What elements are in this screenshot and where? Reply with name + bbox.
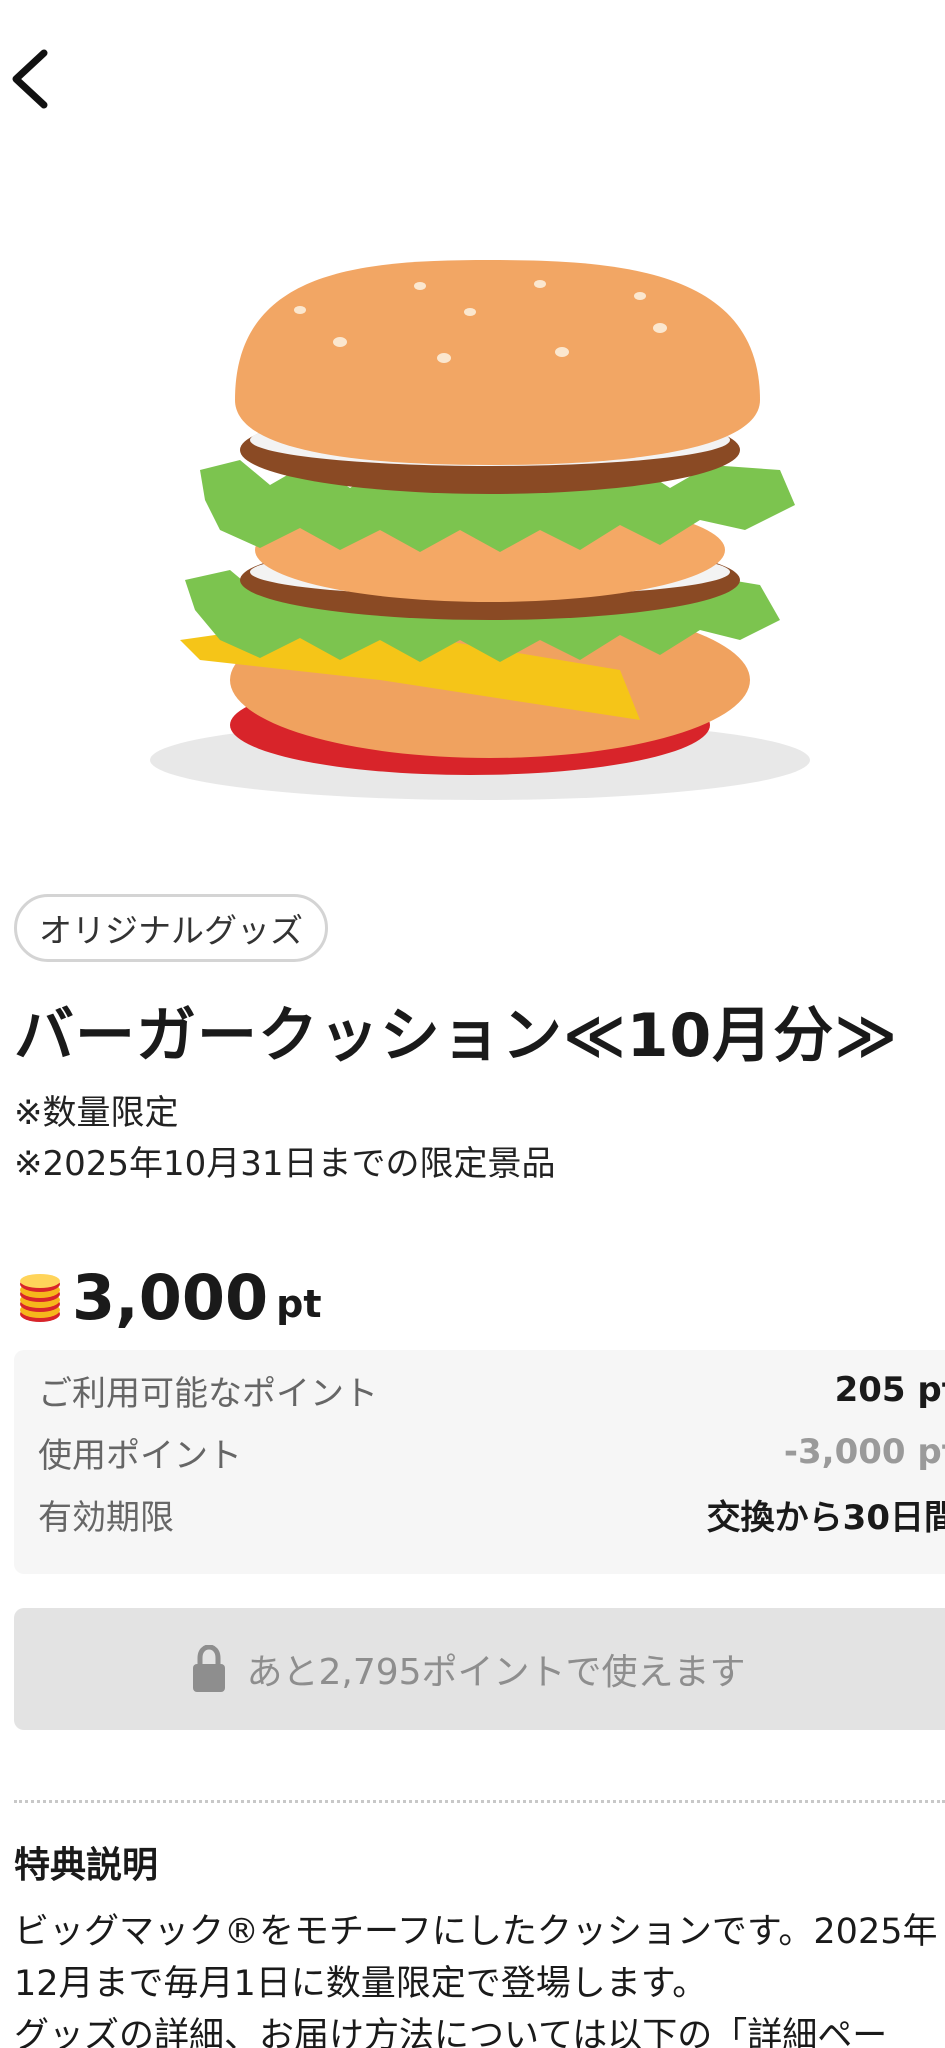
- chevron-left-icon: [12, 49, 48, 109]
- available-points-value: 205 pt: [834, 1370, 945, 1410]
- expiry-label: 有効期限: [38, 1497, 174, 1538]
- coin-stack-icon: [20, 1274, 60, 1322]
- benefit-description-line: グッズの詳細、お届け方法については以下の「詳細ペー: [14, 2016, 888, 2048]
- back-button[interactable]: [10, 44, 70, 114]
- available-points-label: ご利用可能なポイント: [38, 1373, 378, 1414]
- note-quantity-limited: ※数量限定: [14, 1093, 179, 1133]
- used-points-row: 使用ポイント -3,000 pt: [38, 1422, 945, 1482]
- available-points-row: ご利用可能なポイント 205 pt: [38, 1360, 945, 1420]
- exchange-button-locked[interactable]: あと2,795ポイントで使えます: [14, 1608, 945, 1730]
- price: 3,000 pt: [16, 1256, 322, 1340]
- price-value: 3,000: [72, 1261, 269, 1334]
- price-unit: pt: [276, 1282, 322, 1326]
- expiry-row: 有効期限 交換から30日間: [38, 1484, 945, 1544]
- used-points-value: -3,000 pt: [783, 1432, 945, 1472]
- product-image: [0, 200, 945, 840]
- expiry-value: 交換から30日間: [706, 1497, 945, 1538]
- benefit-section-title: 特典説明: [14, 1845, 159, 1886]
- points-info-panel: ご利用可能なポイント 205 pt 使用ポイント -3,000 pt 有効期限 …: [14, 1350, 945, 1574]
- section-divider: [14, 1800, 945, 1803]
- benefit-description-line: 12月まで毎月1日に数量限定で登場します。: [14, 1964, 708, 2004]
- exchange-button-label: あと2,795ポイントで使えます: [246, 1652, 746, 1693]
- benefit-description-line: ビッグマック®をモチーフにしたクッションです。2025年: [14, 1912, 938, 1952]
- lock-icon: [193, 1645, 226, 1692]
- used-points-label: 使用ポイント: [38, 1435, 242, 1476]
- category-tag: オリジナルグッズ: [14, 894, 328, 962]
- note-deadline: ※2025年10月31日までの限定景品: [14, 1144, 556, 1184]
- page-title: バーガークッション≪10月分≫: [14, 1001, 899, 1071]
